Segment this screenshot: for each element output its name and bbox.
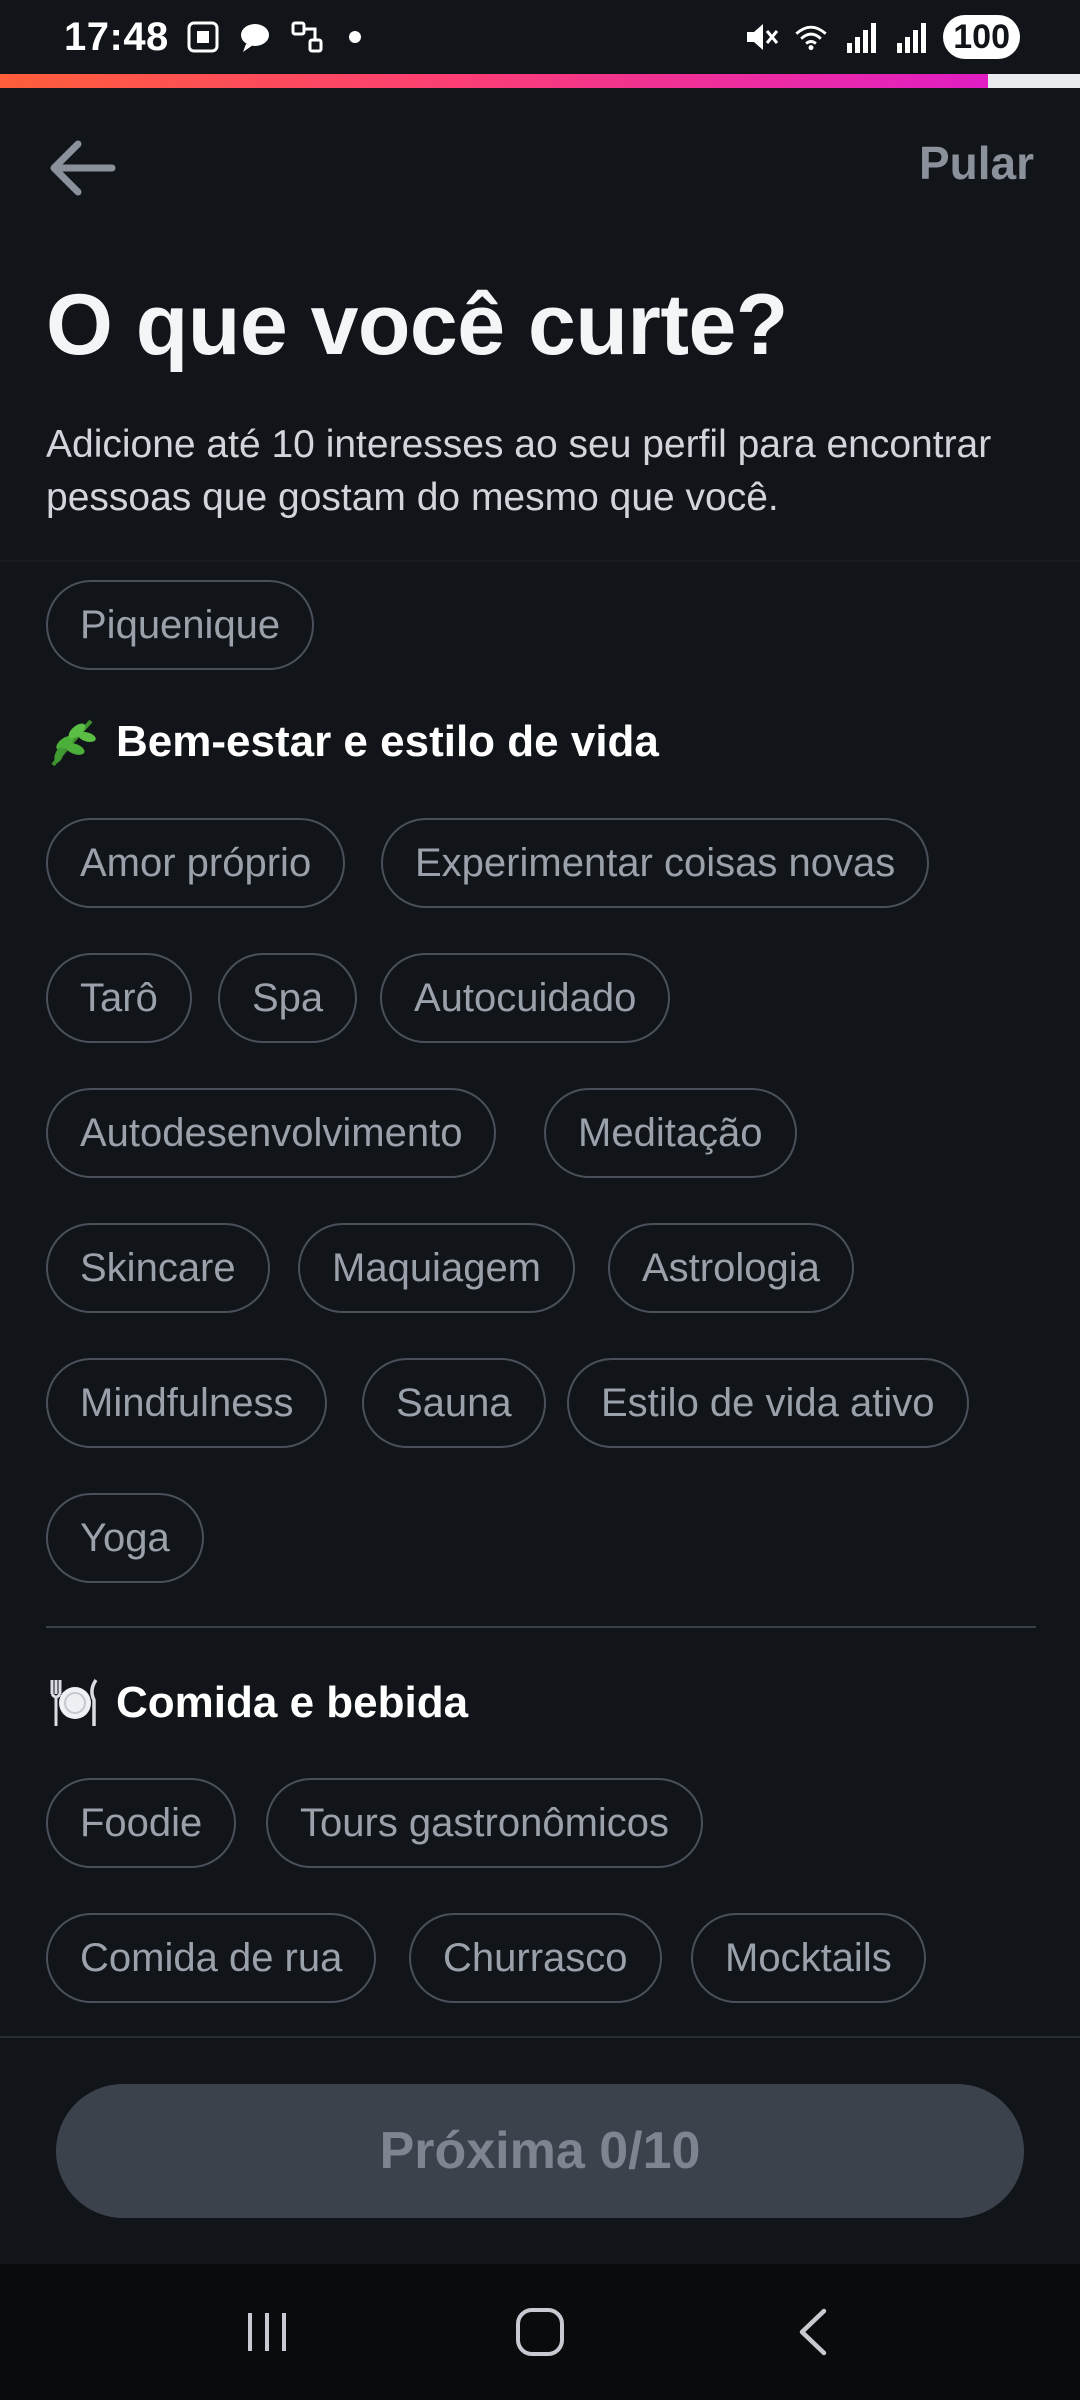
recent-apps-icon bbox=[247, 2313, 286, 2351]
mute-icon bbox=[743, 19, 779, 55]
wifi-icon bbox=[793, 19, 829, 55]
interest-chip[interactable]: Maquiagem bbox=[298, 1223, 576, 1313]
signal-icon-2 bbox=[893, 19, 929, 55]
onboarding-progress bbox=[0, 74, 1080, 88]
interest-chip[interactable]: Meditação bbox=[544, 1088, 797, 1178]
system-back-button[interactable] bbox=[753, 2282, 873, 2382]
home-button[interactable] bbox=[480, 2282, 600, 2382]
page-title: O que você curte? bbox=[46, 277, 788, 373]
recent-apps-button[interactable] bbox=[207, 2282, 327, 2382]
back-button[interactable] bbox=[40, 126, 124, 210]
section-title-label: Comida e bebida bbox=[116, 1678, 469, 1727]
system-nav-bar bbox=[0, 2264, 1080, 2400]
interest-chip[interactable]: Mindfulness bbox=[46, 1358, 328, 1448]
interests-list[interactable]: Piquenique Bem-estar e estilo de vida Am… bbox=[0, 560, 1080, 2038]
interest-chip[interactable]: Foodie bbox=[46, 1778, 237, 1868]
section-title-food: Comida e bebida bbox=[46, 1675, 468, 1731]
section-title-wellness: Bem-estar e estilo de vida bbox=[46, 714, 659, 770]
status-time: 17:48 bbox=[64, 14, 169, 59]
home-icon bbox=[515, 2308, 564, 2356]
screenshot-icon bbox=[185, 19, 221, 55]
section-divider bbox=[46, 1626, 1036, 1628]
back-nav-icon bbox=[800, 2308, 827, 2356]
interest-chip[interactable]: Amor próprio bbox=[46, 818, 346, 908]
interest-chip[interactable]: Mocktails bbox=[691, 1913, 926, 2003]
next-button[interactable]: Próxima 0/10 bbox=[56, 2084, 1024, 2218]
interest-chip[interactable]: Experimentar coisas novas bbox=[381, 818, 930, 908]
page-subtitle: Adicione até 10 interesses ao seu perfil… bbox=[46, 423, 992, 519]
footer-divider bbox=[0, 2036, 1080, 2038]
interest-chip[interactable]: Tarô bbox=[46, 953, 192, 1043]
interest-chip[interactable]: Autodesenvolvimento bbox=[46, 1088, 497, 1178]
interest-chip[interactable]: Estilo de vida ativo bbox=[567, 1358, 969, 1448]
notification-dot bbox=[348, 31, 361, 43]
back-arrow-icon bbox=[50, 140, 116, 196]
herb-icon bbox=[46, 714, 102, 770]
interest-chip[interactable]: Churrasco bbox=[409, 1913, 662, 2003]
interest-chip[interactable]: Tours gastronômicos bbox=[266, 1778, 704, 1868]
link-icon bbox=[289, 19, 325, 55]
section-title-label: Bem-estar e estilo de vida bbox=[116, 717, 659, 766]
interest-chip[interactable]: Comida de rua bbox=[46, 1913, 377, 2003]
message-icon bbox=[237, 19, 273, 55]
interests-screen: 17:48 100 Pular O que você curte? Adicio… bbox=[0, 0, 1080, 2400]
interest-chip[interactable]: Astrologia bbox=[608, 1223, 854, 1313]
interest-chip[interactable]: Spa bbox=[218, 953, 358, 1043]
status-bar: 17:48 100 bbox=[0, 0, 1080, 74]
interest-chip[interactable]: Autocuidado bbox=[380, 953, 671, 1043]
progress-fill bbox=[0, 74, 989, 88]
skip-button[interactable]: Pular bbox=[919, 136, 1034, 190]
signal-icon bbox=[843, 19, 879, 55]
interest-chip[interactable]: Yoga bbox=[46, 1493, 204, 1583]
interest-chip[interactable]: Sauna bbox=[362, 1358, 546, 1448]
interest-chip[interactable]: Piquenique bbox=[46, 580, 315, 670]
battery-level: 100 bbox=[943, 15, 1020, 59]
plate-icon bbox=[46, 1675, 102, 1731]
interest-chip[interactable]: Skincare bbox=[46, 1223, 270, 1313]
